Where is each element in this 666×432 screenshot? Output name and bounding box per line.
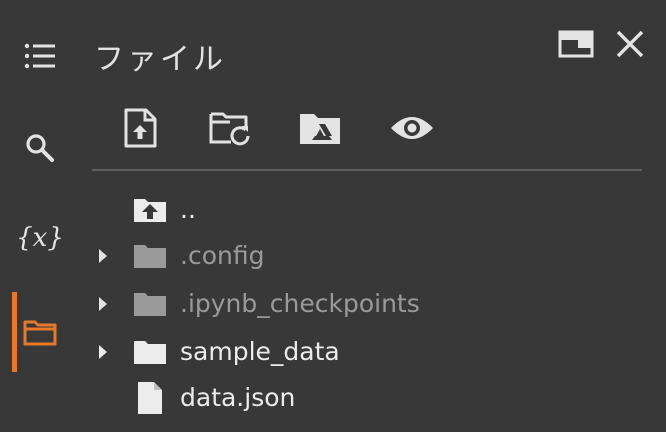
- tree-row-folder[interactable]: .config: [88, 234, 648, 278]
- folder-up-icon: [130, 194, 170, 226]
- file-name: data.json: [180, 383, 296, 412]
- file-name: .config: [180, 241, 265, 270]
- close-icon: [615, 29, 645, 63]
- refresh-button[interactable]: [206, 106, 254, 154]
- files-button[interactable]: [14, 306, 66, 358]
- search-button[interactable]: [14, 122, 66, 174]
- folder-icon: [130, 288, 170, 320]
- toolbar-divider: [92, 169, 642, 171]
- refresh-folder-icon: [208, 109, 252, 151]
- file-name: sample_data: [180, 337, 340, 366]
- panel-title: ファイル: [94, 42, 226, 77]
- file-name: ..: [180, 195, 196, 224]
- search-icon: [25, 133, 55, 163]
- tree-row-parent[interactable]: ..: [88, 188, 648, 232]
- file-name: .ipynb_checkpoints: [180, 289, 420, 318]
- tree-row-folder[interactable]: .ipynb_checkpoints: [88, 282, 648, 326]
- tree-row-folder[interactable]: sample_data: [88, 330, 648, 374]
- expand-arrow-icon[interactable]: [94, 247, 112, 265]
- upload-file-icon: [123, 108, 157, 152]
- tree-row-file[interactable]: data.json: [88, 376, 648, 420]
- folder-icon: [130, 240, 170, 272]
- close-button[interactable]: [610, 26, 650, 66]
- folder-icon: [23, 318, 57, 346]
- open-in-tab-icon: [558, 29, 594, 63]
- mount-drive-icon: [298, 110, 342, 150]
- file-icon: [130, 382, 170, 414]
- open-in-tab-button[interactable]: [556, 26, 596, 66]
- toc-list-icon: [24, 43, 56, 69]
- variables-button[interactable]: {x}: [14, 212, 66, 264]
- table-of-contents-button[interactable]: [14, 30, 66, 82]
- show-hidden-files-button[interactable]: [388, 106, 436, 154]
- upload-button[interactable]: [116, 106, 164, 154]
- expand-arrow-icon[interactable]: [94, 343, 112, 361]
- expand-arrow-icon[interactable]: [94, 295, 112, 313]
- mount-drive-button[interactable]: [296, 106, 344, 154]
- show-hidden-files-icon: [389, 113, 435, 147]
- folder-icon: [130, 336, 170, 368]
- left-rail: {x}: [0, 0, 80, 432]
- file-browser-panel: {x} ファイル .. .config .ipynb_checkpoints s…: [0, 0, 666, 432]
- variables-icon: {x}: [16, 223, 64, 253]
